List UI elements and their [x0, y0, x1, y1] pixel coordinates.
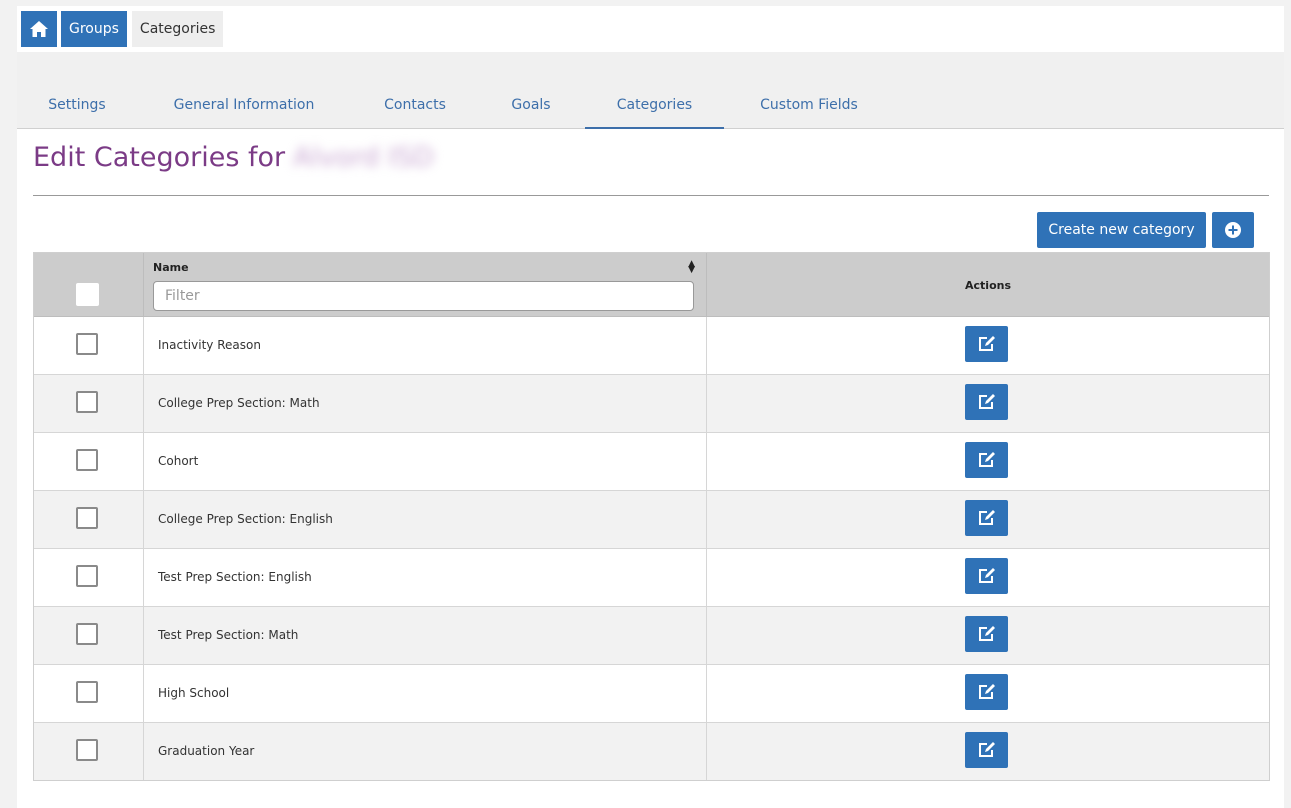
row-select-cell: [34, 433, 144, 490]
edit-icon: [978, 510, 995, 525]
row-checkbox[interactable]: [76, 623, 98, 645]
categories-table: Name ▲▼ Actions Inactivity Reason: [33, 252, 1270, 781]
actions-column-header: Actions: [965, 279, 1011, 292]
breadcrumb-current: Categories: [131, 11, 224, 47]
row-checkbox[interactable]: [76, 391, 98, 413]
row-name-cell: College Prep Section: English: [144, 491, 707, 548]
edit-category-button[interactable]: [965, 558, 1008, 594]
row-actions-cell: [707, 491, 1269, 548]
select-all-checkbox[interactable]: [76, 283, 99, 306]
page-title: Edit Categories for Alvord ISD: [33, 142, 434, 173]
row-name-cell: High School: [144, 665, 707, 722]
row-actions-cell: [707, 665, 1269, 722]
edit-icon: [978, 684, 995, 699]
breadcrumb-groups[interactable]: Groups: [61, 11, 127, 47]
page-title-text: Edit Categories for: [33, 142, 286, 173]
title-divider: [33, 195, 1269, 196]
row-checkbox[interactable]: [76, 449, 98, 471]
edit-icon: [978, 742, 995, 757]
name-filter-input[interactable]: [153, 281, 694, 311]
breadcrumb-home[interactable]: [21, 11, 57, 47]
table-row: High School: [34, 665, 1269, 723]
row-name-cell: Test Prep Section: Math: [144, 607, 707, 664]
row-actions-cell: [707, 607, 1269, 664]
tab-settings[interactable]: Settings: [17, 52, 137, 128]
row-select-cell: [34, 665, 144, 722]
sort-icon[interactable]: ▲ ▼: [688, 260, 695, 275]
row-actions-cell: [707, 723, 1269, 780]
category-name: College Prep Section: Math: [158, 396, 320, 410]
edit-icon: [978, 626, 995, 641]
name-column-header[interactable]: Name: [153, 261, 189, 274]
edit-icon: [978, 336, 995, 351]
table-row: Inactivity Reason: [34, 317, 1269, 375]
edit-category-button[interactable]: [965, 326, 1008, 362]
row-select-cell: [34, 317, 144, 374]
edit-category-button[interactable]: [965, 500, 1008, 536]
row-name-cell: Test Prep Section: English: [144, 549, 707, 606]
row-checkbox[interactable]: [76, 565, 98, 587]
edit-category-button[interactable]: [965, 732, 1008, 768]
row-select-cell: [34, 607, 144, 664]
row-actions-cell: [707, 317, 1269, 374]
create-new-category-button[interactable]: Create new category: [1037, 212, 1206, 248]
table-row: College Prep Section: English: [34, 491, 1269, 549]
edit-icon: [978, 394, 995, 409]
edit-category-button[interactable]: [965, 384, 1008, 420]
table-row: College Prep Section: Math: [34, 375, 1269, 433]
row-name-cell: Inactivity Reason: [144, 317, 707, 374]
edit-category-button[interactable]: [965, 674, 1008, 710]
row-select-cell: [34, 491, 144, 548]
row-name-cell: Graduation Year: [144, 723, 707, 780]
table-row: Graduation Year: [34, 723, 1269, 780]
category-name: Cohort: [158, 454, 199, 468]
category-name: Graduation Year: [158, 744, 255, 758]
category-name: Test Prep Section: Math: [158, 628, 299, 642]
tab-general-information[interactable]: General Information: [159, 52, 329, 128]
page-container: Groups Categories Settings General Infor…: [17, 6, 1284, 808]
edit-category-button[interactable]: [965, 616, 1008, 652]
home-icon: [30, 21, 48, 37]
category-name: High School: [158, 686, 230, 700]
row-actions-cell: [707, 433, 1269, 490]
edit-icon: [978, 568, 995, 583]
category-name: Inactivity Reason: [158, 338, 261, 352]
table-row: Cohort: [34, 433, 1269, 491]
row-checkbox[interactable]: [76, 681, 98, 703]
row-name-cell: College Prep Section: Math: [144, 375, 707, 432]
row-checkbox[interactable]: [76, 739, 98, 761]
plus-circle-icon: [1225, 222, 1241, 238]
row-checkbox[interactable]: [76, 333, 98, 355]
row-actions-cell: [707, 549, 1269, 606]
redacted-group-name: Alvord ISD: [293, 142, 434, 173]
tab-goals[interactable]: Goals: [492, 52, 570, 128]
tab-contacts[interactable]: Contacts: [365, 52, 465, 128]
breadcrumb: Groups Categories: [21, 11, 224, 47]
row-name-cell: Cohort: [144, 433, 707, 490]
category-name: Test Prep Section: English: [158, 570, 312, 584]
row-actions-cell: [707, 375, 1269, 432]
add-category-button[interactable]: [1212, 212, 1254, 248]
row-select-cell: [34, 549, 144, 606]
header-name-cell: Name ▲ ▼: [144, 253, 707, 316]
table-row: Test Prep Section: Math: [34, 607, 1269, 665]
edit-category-button[interactable]: [965, 442, 1008, 478]
row-checkbox[interactable]: [76, 507, 98, 529]
edit-icon: [978, 452, 995, 467]
tab-categories[interactable]: Categories: [585, 52, 724, 129]
header-select-cell: [34, 253, 144, 316]
row-select-cell: [34, 375, 144, 432]
tab-bar: Settings General Information Contacts Go…: [17, 52, 1284, 129]
table-row: Test Prep Section: English: [34, 549, 1269, 607]
row-select-cell: [34, 723, 144, 780]
table-header: Name ▲▼ Actions: [34, 253, 1269, 317]
tab-custom-fields[interactable]: Custom Fields: [744, 52, 874, 128]
category-name: College Prep Section: English: [158, 512, 333, 526]
